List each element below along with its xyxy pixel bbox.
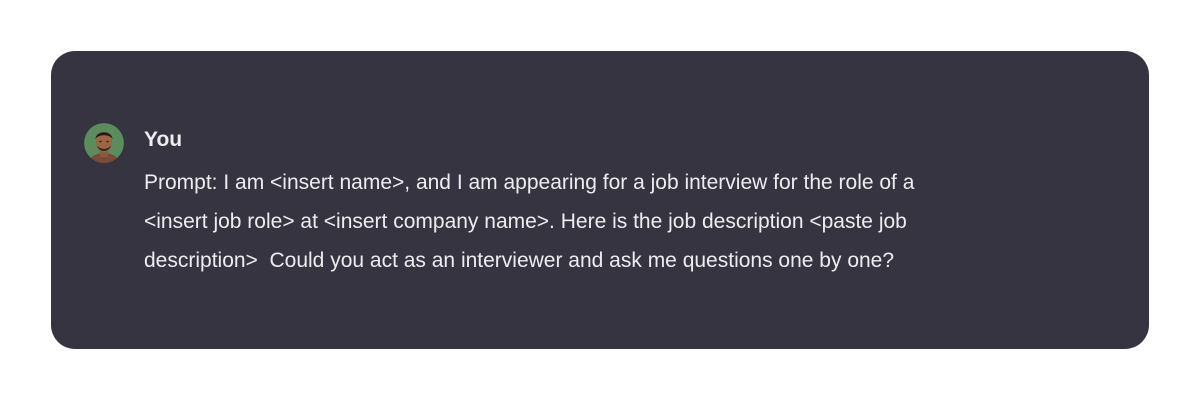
message-text: Prompt: I am <insert name>, and I am app… [144,163,1124,280]
user-avatar [84,123,124,163]
chat-message-card: You Prompt: I am <insert name>, and I am… [51,51,1149,349]
message-line: Prompt: I am <insert name>, and I am app… [144,171,915,194]
user-avatar-icon [84,123,124,163]
message-line: description> Could you act as an intervi… [144,249,895,272]
message-line: <insert job role> at <insert company nam… [144,210,907,233]
message-sender: You [144,128,183,151]
